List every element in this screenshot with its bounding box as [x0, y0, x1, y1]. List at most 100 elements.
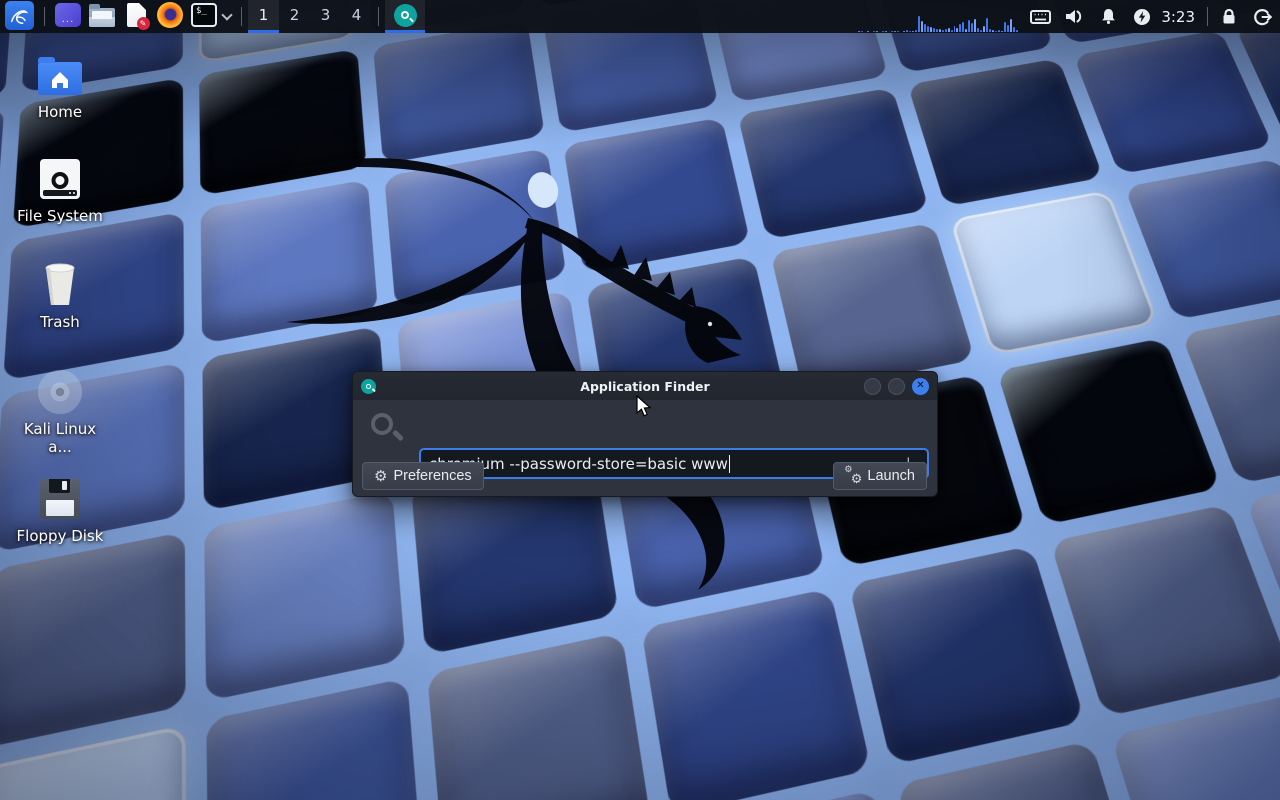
floppy-disk-icon [40, 479, 80, 519]
desktop-icon-trash[interactable]: Trash [12, 262, 108, 331]
panel-separator [1207, 7, 1208, 26]
panel-separator [378, 7, 379, 26]
clock[interactable]: 3:23 [1159, 8, 1203, 26]
text-editor-icon: ✎ [127, 3, 146, 27]
visualizer-bar [897, 31, 899, 32]
desktop-icon-label: Trash [12, 313, 108, 331]
visualizer-bar [998, 30, 1000, 32]
launcher-app-window[interactable]: ... [51, 0, 85, 33]
visualizer-bar [1007, 25, 1009, 32]
visualizer-bar [962, 22, 964, 32]
visualizer-bar [983, 26, 985, 32]
maximize-button[interactable] [888, 378, 905, 395]
visualizer-bar [942, 30, 944, 32]
visualizer-bar [885, 31, 887, 32]
visualizer-bar [876, 31, 878, 32]
visualizer-bar [867, 31, 869, 32]
audio-visualizer [858, 13, 1018, 32]
hard-drive-icon [40, 159, 80, 199]
launch-button[interactable]: ⚙⚙ Launch [833, 462, 927, 490]
trash-can-icon [38, 262, 82, 308]
visualizer-bar [924, 24, 926, 32]
launch-label: Launch [867, 468, 915, 484]
desktop-icon-label: Floppy Disk [12, 527, 108, 545]
visualizer-bar [933, 28, 935, 32]
desktop-icon-file-system[interactable]: File System [12, 156, 108, 225]
application-finder-window: Application Finder ✕ chromium --password… [352, 371, 938, 497]
visualizer-bar [951, 30, 953, 32]
panel-separator [44, 7, 45, 26]
visualizer-bar [909, 31, 911, 32]
keyboard-icon[interactable] [1023, 0, 1057, 33]
notifications-bell-icon[interactable] [1091, 0, 1125, 33]
launcher-file-manager[interactable] [85, 0, 119, 33]
visualizer-bar [1004, 22, 1006, 32]
applications-menu-button[interactable] [0, 0, 38, 33]
workspace-3[interactable]: 3 [310, 0, 341, 33]
gear-icon: ⚙ [374, 469, 387, 484]
visualizer-bar [1001, 31, 1003, 32]
workspace-2[interactable]: 2 [279, 0, 310, 33]
desktop-icon-label: Kali Linux a... [12, 420, 108, 456]
panel-separator [241, 7, 242, 26]
taskbar-application-finder[interactable] [385, 0, 425, 33]
desktop-icon-kali-linux[interactable]: Kali Linux a... [12, 369, 108, 456]
preferences-button[interactable]: ⚙ Preferences [362, 462, 484, 490]
visualizer-bar [945, 29, 947, 32]
visualizer-bar [948, 28, 950, 32]
application-finder-icon [394, 4, 417, 27]
desktop-icon-label: Home [12, 103, 108, 121]
visualizer-bar [873, 31, 875, 32]
visualizer-bar [968, 20, 970, 32]
top-panel: ... ✎ $_ 1 2 3 4 [0, 0, 1280, 33]
visualizer-bar [971, 23, 973, 32]
workspace-4[interactable]: 4 [341, 0, 372, 33]
power-manager-icon[interactable] [1125, 0, 1159, 33]
visualizer-bar [974, 19, 976, 32]
launcher-firefox[interactable] [153, 0, 187, 33]
firefox-icon [157, 2, 183, 28]
close-button[interactable]: ✕ [912, 378, 929, 395]
visualizer-bar [927, 26, 929, 32]
visualizer-bar [903, 31, 905, 32]
visualizer-bar [1016, 30, 1018, 32]
search-icon [371, 413, 405, 447]
visualizer-bar [906, 30, 908, 32]
launcher-terminal[interactable]: $_ [187, 0, 221, 33]
minimize-button[interactable] [864, 378, 881, 395]
desktop-icon-home[interactable]: Home [12, 52, 108, 121]
window-title: Application Finder [353, 379, 937, 394]
visualizer-bar [915, 30, 917, 32]
visualizer-bar [954, 26, 956, 32]
launcher-text-editor[interactable]: ✎ [119, 0, 153, 33]
visualizer-bar [861, 31, 863, 32]
visualizer-bar [882, 31, 884, 32]
visualizer-bar [939, 29, 941, 32]
logout-icon[interactable] [1246, 0, 1280, 33]
visualizer-bar [986, 18, 988, 32]
chevron-down-icon[interactable] [221, 9, 232, 20]
desktop-icon-label: File System [12, 207, 108, 225]
system-tray: 3:23 [1023, 0, 1280, 33]
visualizer-bar [989, 29, 991, 32]
visualizer-bar [992, 30, 994, 32]
visualizer-bar [977, 28, 979, 32]
visualizer-bar [959, 24, 961, 32]
visualizer-bar [936, 29, 938, 32]
disc-icon [38, 370, 82, 414]
lock-screen-icon[interactable] [1212, 0, 1246, 33]
run-gears-icon: ⚙⚙ [845, 468, 861, 484]
volume-icon[interactable] [1057, 0, 1091, 33]
visualizer-bar [1010, 19, 1012, 32]
visualizer-bar [894, 31, 896, 32]
kali-logo-icon [5, 1, 34, 30]
pencil-badge-icon: ✎ [137, 17, 150, 30]
workspace-1[interactable]: 1 [248, 0, 279, 33]
visualizer-bar [980, 30, 982, 32]
desktop-icon-floppy-disk[interactable]: Floppy Disk [12, 476, 108, 545]
button-row: ⚙ Preferences ⚙⚙ Launch [353, 462, 937, 490]
visualizer-bar [965, 29, 967, 32]
visualizer-bar [921, 21, 923, 32]
visualizer-bar [858, 31, 860, 32]
visualizer-bar [930, 27, 932, 32]
